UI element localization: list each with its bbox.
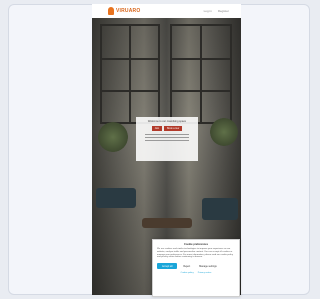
privacy-notice-link[interactable]: Privacy notice	[198, 272, 212, 274]
nav-register-link[interactable]: Register	[218, 9, 229, 13]
hero-title: Welcome to our coworking space	[147, 120, 187, 123]
header-nav: Log in Register	[204, 9, 229, 13]
site-header: VIRUARO Log in Register	[92, 4, 241, 18]
window-mullion	[200, 24, 202, 124]
nav-login-link[interactable]: Log in	[204, 9, 212, 13]
logo-text: VIRUARO	[116, 8, 141, 14]
cookie-consent-banner: Cookie preferences We use cookies and si…	[152, 239, 240, 297]
hero-text-lines	[140, 134, 194, 142]
window-mullion	[100, 90, 160, 92]
armchair	[202, 198, 238, 220]
join-button[interactable]: Join	[151, 126, 163, 132]
consent-title: Cookie preferences	[183, 243, 209, 246]
consent-buttons: Accept all Reject Manage settings	[157, 263, 235, 270]
site-logo[interactable]: VIRUARO	[108, 7, 140, 15]
window-mullion	[170, 58, 232, 60]
window-mullion	[100, 58, 160, 60]
plant	[210, 118, 238, 146]
reject-button[interactable]: Reject	[180, 263, 193, 269]
manage-settings-button[interactable]: Manage settings	[196, 263, 220, 269]
consent-links: Cookie policy Privacy notice	[157, 272, 235, 274]
book-tour-button[interactable]: Book a tour	[164, 126, 183, 132]
window-mullion	[129, 24, 131, 124]
window-mullion	[170, 90, 232, 92]
hero-buttons: Join Book a tour	[140, 126, 194, 132]
consent-text: We use cookies and similar technologies …	[157, 248, 233, 259]
sofa	[96, 188, 136, 208]
hero-overlay-card: Welcome to our coworking space Join Book…	[136, 117, 198, 161]
cookie-policy-link[interactable]: Cookie policy	[181, 272, 194, 274]
logo-icon	[108, 7, 114, 15]
accept-all-button[interactable]: Accept all	[157, 263, 178, 270]
table	[142, 218, 192, 228]
plant	[98, 122, 128, 152]
